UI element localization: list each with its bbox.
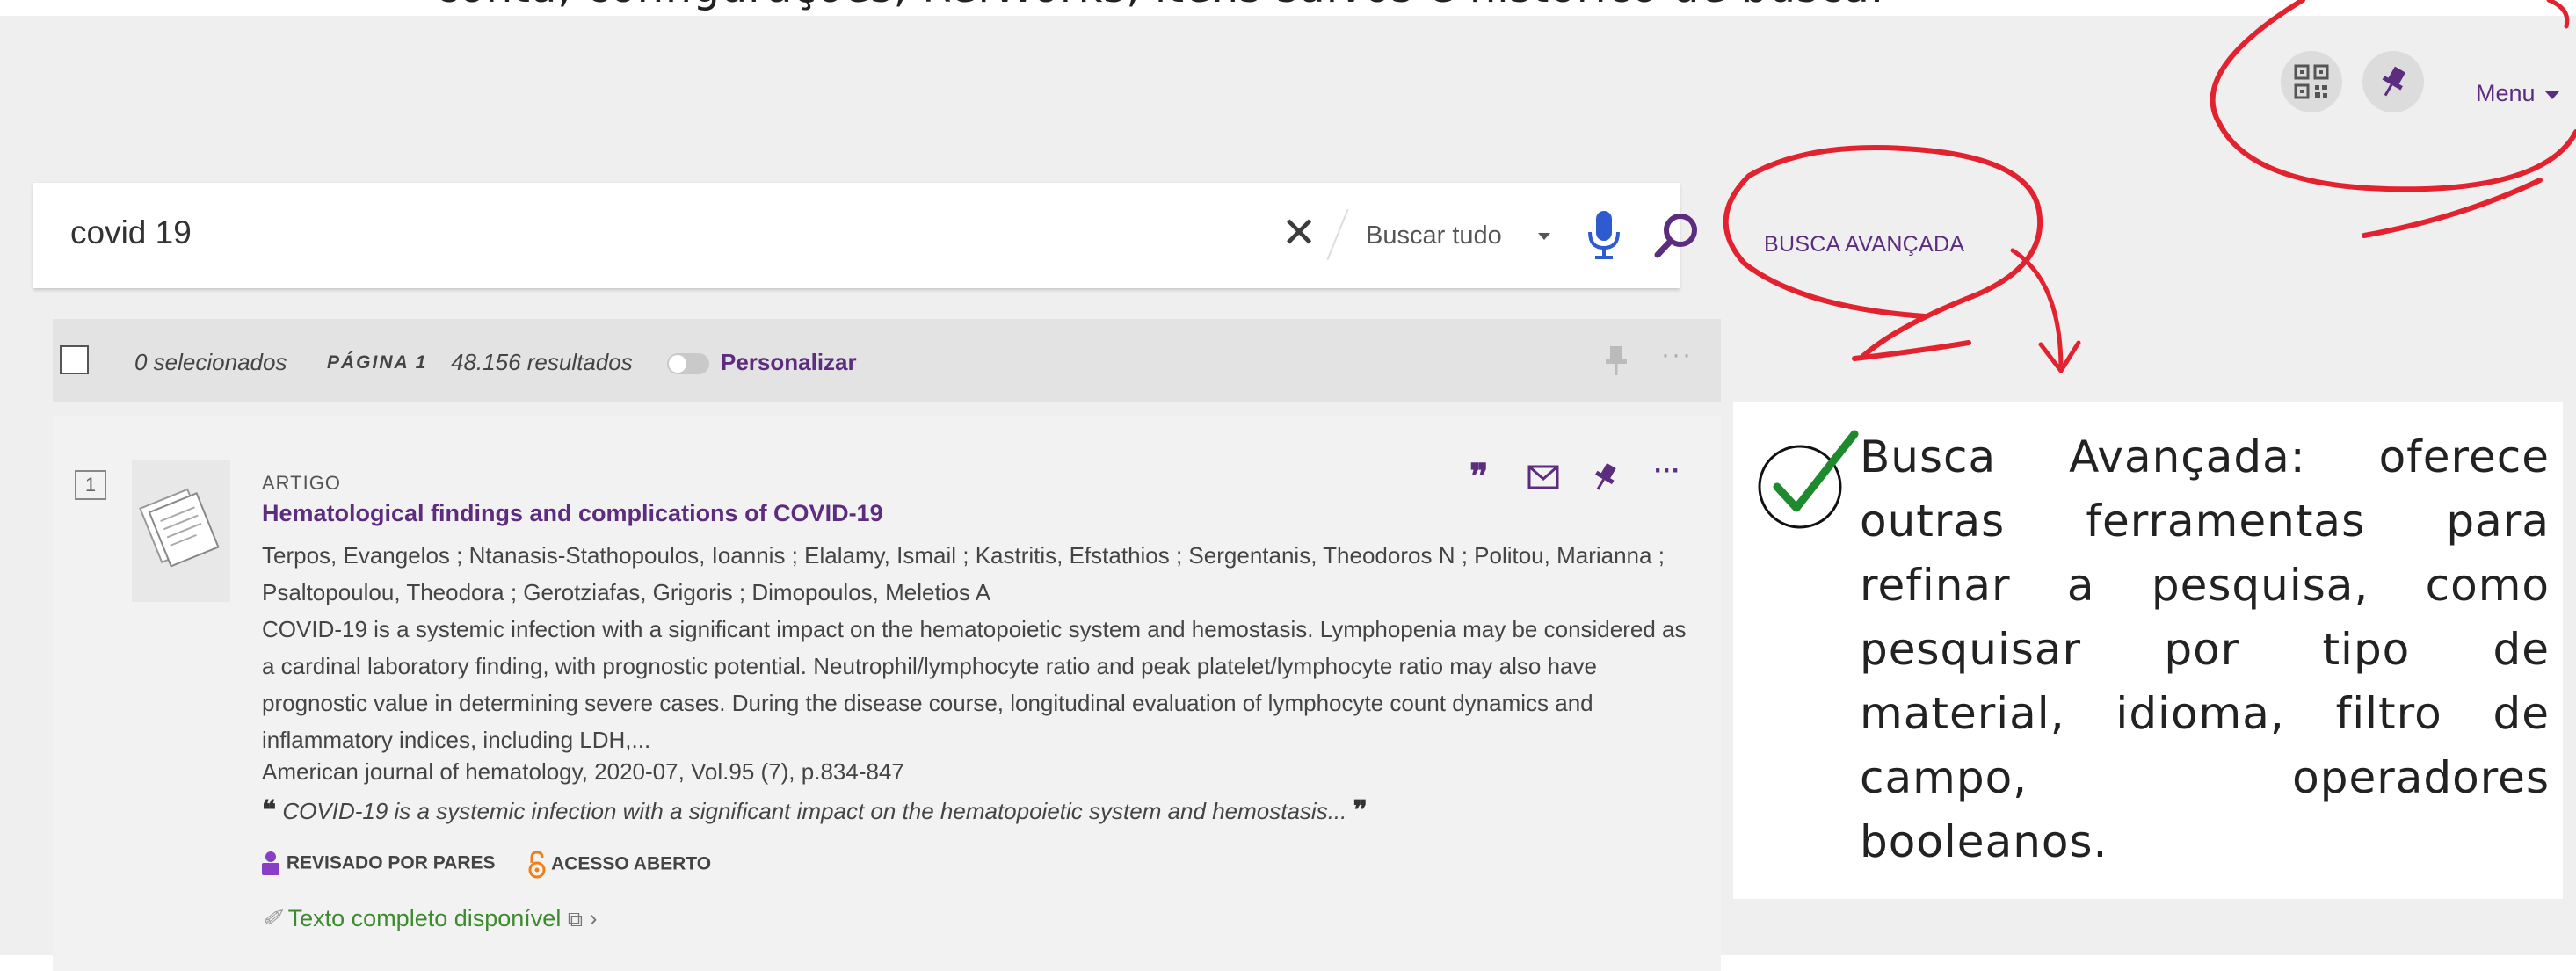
open-quote-icon: ❝ [262, 796, 277, 825]
open-access-label: ACESSO ABERTO [551, 853, 712, 874]
qr-code-button[interactable] [2281, 51, 2342, 112]
menu-label: Menu [2476, 80, 2536, 106]
document-icon [139, 488, 220, 568]
result-title[interactable]: Hematological findings and complications… [262, 500, 883, 527]
pushpin-icon[interactable] [1601, 344, 1631, 377]
result-snippet: ❝ COVID-19 is a systemic infection with … [262, 795, 1368, 826]
email-icon[interactable] [1527, 465, 1559, 489]
close-quote-icon: ❞ [1353, 796, 1368, 825]
open-access-badge: ACESSO ABERTO [527, 851, 711, 879]
snippet-text: COVID-19 is a systemic infection with a … [282, 798, 1347, 824]
personalize-label[interactable]: Personalizar [721, 349, 857, 376]
result-number: 1 [75, 470, 106, 500]
pinned-items-button[interactable] [2362, 51, 2424, 112]
scope-chevron-down-icon[interactable] [1538, 233, 1550, 240]
results-toolbar: 0 selecionados PÁGINA 1 48.156 resultado… [53, 319, 1721, 402]
page-indicator: PÁGINA 1 [327, 352, 428, 373]
open-access-icon [528, 851, 546, 879]
selected-count: 0 selecionados [134, 349, 287, 375]
result-actions: ❞ ··· [1469, 456, 1707, 496]
personalize-toggle[interactable] [667, 353, 709, 374]
more-options-icon[interactable]: ··· [1661, 340, 1693, 370]
advanced-search-link[interactable]: BUSCA AVANÇADA [1764, 232, 1964, 257]
select-all-checkbox[interactable] [60, 345, 89, 374]
checkmark-circle-icon [1758, 430, 1859, 529]
search-bar: covid 19 ✕ Buscar tudo [33, 183, 1697, 288]
search-divider [1326, 208, 1349, 261]
result-item[interactable]: 1 ARTIGO Hematological findings and comp… [53, 416, 1721, 971]
peer-reviewed-label: REVISADO POR PARES [286, 852, 496, 873]
peer-reviewed-badge: REVISADO POR PARES [260, 851, 496, 877]
full-text-link[interactable]: ✐ Texto completo disponível ⧉ › [262, 905, 597, 932]
search-input[interactable]: covid 19 [70, 214, 192, 251]
chevron-right-icon: › [589, 905, 598, 931]
result-source: American journal of hematology, 2020-07,… [262, 758, 904, 785]
more-actions-icon[interactable]: ··· [1654, 456, 1680, 486]
result-abstract: COVID-19 is a systemic infection with a … [262, 616, 1687, 753]
chevron-down-icon [2545, 91, 2559, 99]
clear-search-icon[interactable]: ✕ [1281, 207, 1317, 260]
pushpin-icon [2382, 66, 2406, 97]
cite-quote-icon[interactable]: ❞ [1469, 460, 1489, 495]
peer-reviewed-icon [262, 851, 279, 875]
search-scope-select[interactable]: Buscar tudo [1366, 221, 1502, 250]
callout-text: Busca Avançada: oferece outras ferrament… [1860, 431, 2550, 867]
overlay-top-caption: conta, configurações, RefWorks, itens sa… [0, 0, 2576, 16]
search-icon[interactable] [1651, 209, 1703, 262]
overlay-top-text: conta, configurações, RefWorks, itens sa… [435, 0, 1884, 12]
result-authors: Terpos, Evangelos ; Ntanasis-Stathopoulo… [262, 542, 1665, 605]
qr-code-icon [2294, 64, 2329, 99]
result-type: ARTIGO [262, 472, 341, 494]
full-text-label: Texto completo disponível [287, 905, 562, 931]
link-icon: ✐ [262, 905, 282, 931]
primo-search-app: Menu covid 19 ✕ Buscar tudo BUSCA AVANÇA… [0, 16, 2576, 971]
microphone-icon[interactable] [1583, 209, 1625, 262]
annotation-callout: Busca Avançada: oferece outras ferrament… [1733, 402, 2563, 899]
pushpin-icon[interactable] [1591, 461, 1619, 493]
results-count: 48.156 resultados [451, 349, 633, 375]
external-link-icon: ⧉ [567, 908, 583, 931]
article-thumbnail [132, 460, 230, 602]
